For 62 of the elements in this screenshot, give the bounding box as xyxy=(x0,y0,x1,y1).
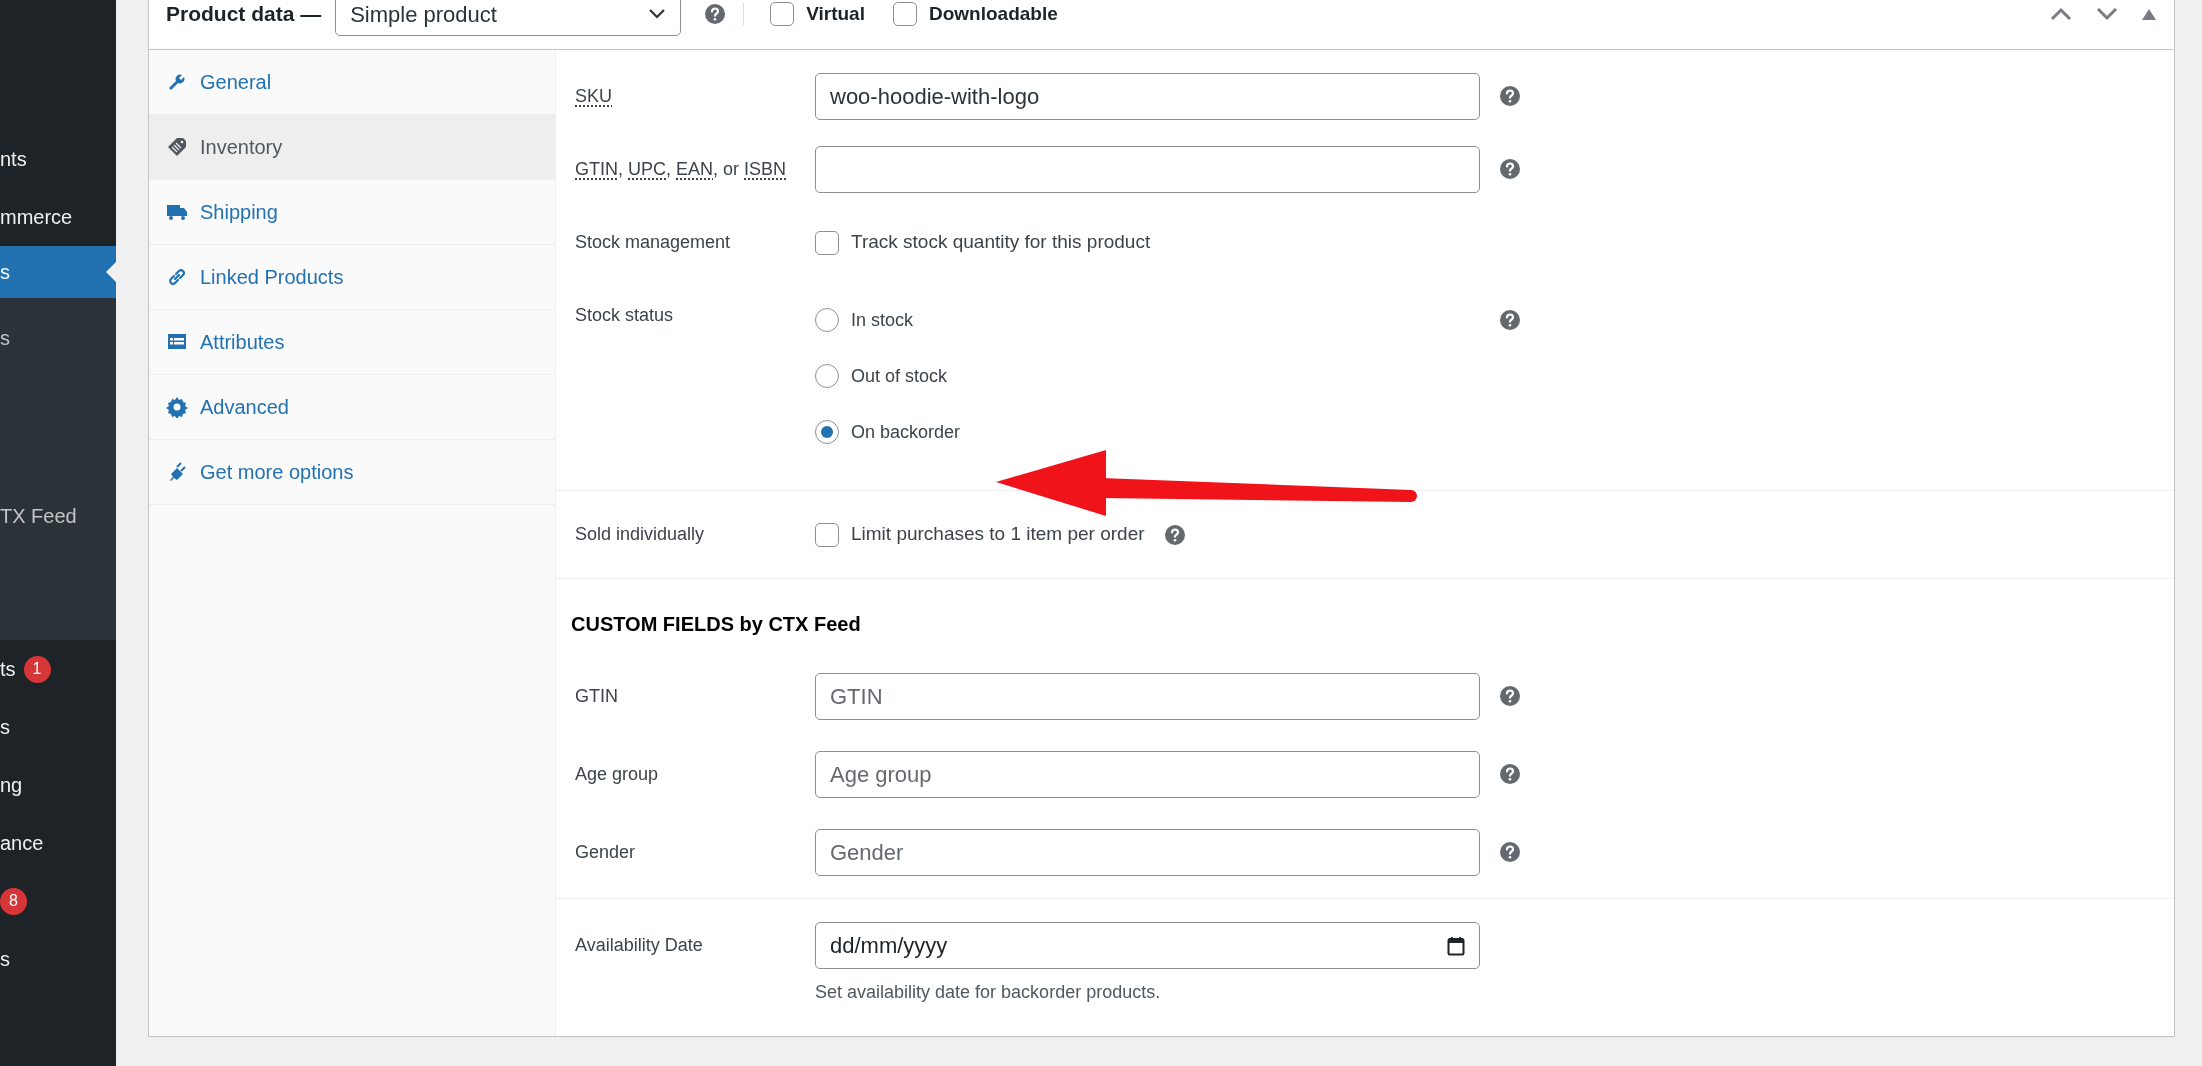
count-badge: 8 xyxy=(0,887,27,915)
radio-label: Out of stock xyxy=(851,364,948,388)
field-label: SKU xyxy=(575,86,612,106)
tab[interactable]: Attributes xyxy=(149,310,555,375)
menu-item[interactable]: 8 xyxy=(0,872,116,930)
current-pointer xyxy=(106,262,116,282)
gear-icon xyxy=(166,396,188,418)
field-description: Set availability date for backorder products. xyxy=(815,981,1162,1004)
menu-item[interactable]: ts 1 xyxy=(0,640,116,698)
tab[interactable]: Advanced xyxy=(149,375,555,440)
field-label: Stock management xyxy=(575,232,731,252)
text-field[interactable]: Age group xyxy=(815,751,1480,798)
field-label: Stock status xyxy=(575,305,674,325)
chevron-down-icon[interactable] xyxy=(2096,7,2118,21)
chevron-up-icon[interactable] xyxy=(2050,7,2072,21)
field-label: Age group xyxy=(575,764,659,784)
count-badge: 1 xyxy=(23,655,51,683)
radio-button[interactable] xyxy=(815,364,839,388)
section-heading: CUSTOM FIELDS by CTX Feed xyxy=(571,612,862,637)
menu-item[interactable]: s xyxy=(0,930,116,988)
radio-button[interactable] xyxy=(815,308,839,332)
date-field[interactable]: dd/mm/yyyy xyxy=(815,922,1480,969)
triangle-up-icon[interactable] xyxy=(2142,8,2156,20)
tab[interactable]: Get more options xyxy=(149,440,555,505)
chevron-down-icon xyxy=(648,8,667,20)
menu-item[interactable]: s xyxy=(0,314,116,362)
text-field[interactable]: Gender xyxy=(815,829,1480,876)
text-field[interactable]: woo-hoodie-with-logo xyxy=(815,73,1480,120)
field-label: Sold individually xyxy=(575,524,705,544)
field-label: GTIN xyxy=(575,686,618,706)
menu-item[interactable]: ng xyxy=(0,756,116,814)
calendar-icon xyxy=(1447,935,1465,956)
menu-item[interactable]: s xyxy=(0,698,116,756)
menu-item[interactable]: s xyxy=(0,246,116,298)
radio-label: On backorder xyxy=(851,420,961,444)
checkbox-label: Downloadable xyxy=(928,1,1058,26)
menu-item[interactable]: nts xyxy=(0,130,116,188)
menu-item[interactable]: ance xyxy=(0,814,116,872)
checkbox-label: Track stock quantity for this product xyxy=(851,230,1151,255)
radio-button[interactable] xyxy=(815,420,839,444)
checkbox-label: Limit purchases to 1 item per order xyxy=(851,522,1145,547)
checkbox[interactable] xyxy=(770,2,795,26)
tab[interactable]: Shipping xyxy=(149,180,555,245)
radio-label: In stock xyxy=(851,308,914,332)
field-label: Gender xyxy=(575,842,636,862)
text-field[interactable] xyxy=(815,146,1480,193)
checkbox[interactable] xyxy=(892,2,917,26)
help-icon xyxy=(705,4,726,24)
checkbox-label: Virtual xyxy=(806,1,865,26)
checkbox[interactable] xyxy=(815,522,839,547)
field-label: GTIN, UPC, EAN, or ISBN xyxy=(575,159,787,179)
product-type-select[interactable]: Simple product xyxy=(335,0,682,36)
tag-icon xyxy=(166,136,188,158)
tab[interactable]: Inventory xyxy=(149,115,555,180)
menu-item[interactable]: mmerce xyxy=(0,188,116,246)
text-field[interactable]: GTIN xyxy=(815,673,1480,720)
field-label: Availability Date xyxy=(575,935,703,955)
panel-title: Product data — xyxy=(166,1,322,28)
checkbox[interactable] xyxy=(815,230,839,255)
tab[interactable]: Linked Products xyxy=(149,245,555,310)
menu-item[interactable]: TX Feed xyxy=(0,492,116,540)
link-icon xyxy=(166,266,188,288)
